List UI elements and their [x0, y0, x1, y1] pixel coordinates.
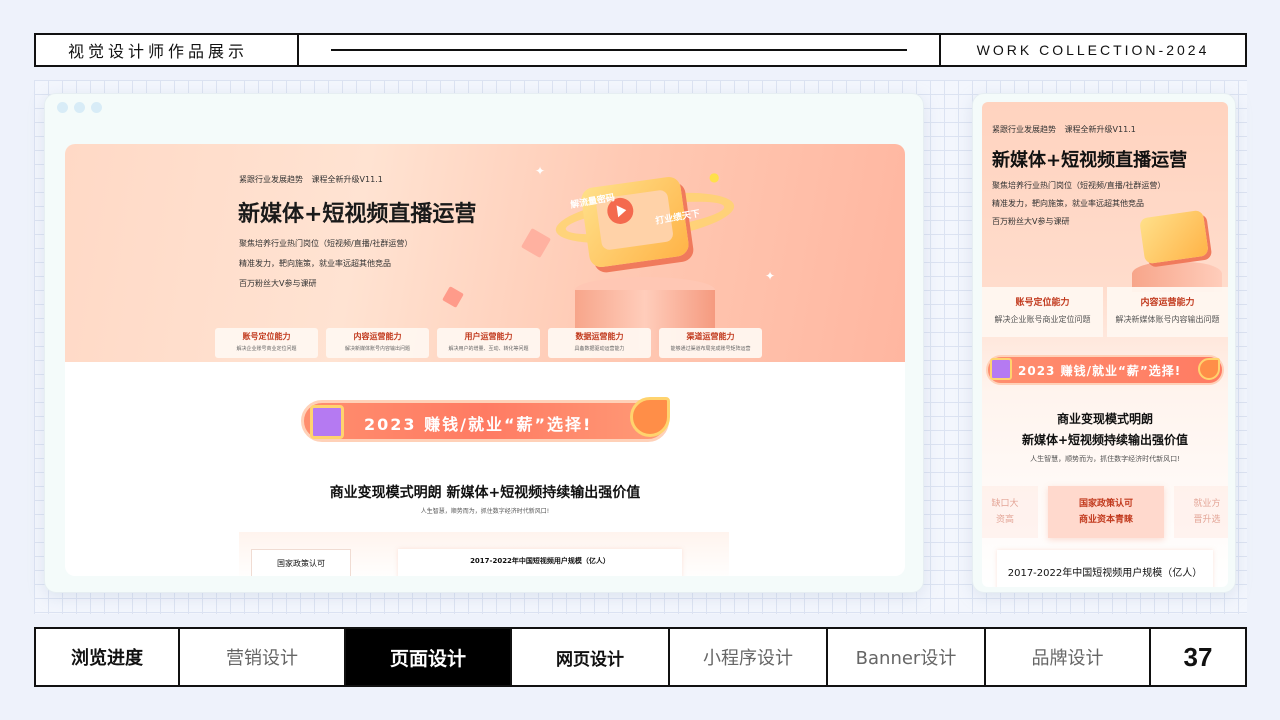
cube-decoration-icon — [442, 286, 464, 308]
mobile-card-center-line2: 商业资本青睐 — [1078, 515, 1133, 525]
window-dot-icon — [57, 102, 68, 113]
chart-card-icon — [520, 227, 552, 259]
gift-icon — [310, 405, 344, 439]
megaphone-icon — [630, 397, 670, 437]
nav-item-web-design[interactable]: 网页设计 — [512, 629, 670, 685]
nav-progress-label: 浏览进度 — [36, 629, 180, 685]
feature-title: 渠道运营能力 — [686, 332, 735, 341]
mobile-feature-desc: 解决新媒体账号内容输出问题 — [1115, 315, 1220, 324]
sparkle-icon: ✦ — [535, 164, 546, 178]
nav-item-brand-design[interactable]: 品牌设计 — [986, 629, 1151, 685]
mobile-mockup: 紧跟行业发展趋势 课程全新升级V11.1 新媒体+短视频直播运营 聚焦培养行业热… — [972, 93, 1236, 593]
mobile-hero-desc-2: 精准发力，靶向施策，就业率远超其他竞品 — [992, 199, 1144, 208]
promo-banner-text: 2023 赚钱/就业“薪”选择! — [364, 415, 593, 434]
nav-item-mini-program-design[interactable]: 小程序设计 — [670, 629, 828, 685]
feature-card: 账号定位能力 解决企业账号商业定位问题 — [215, 328, 318, 358]
mobile-card-center: 国家政策认可 商业资本青睐 — [1048, 486, 1164, 538]
sparkle-icon: ● — [709, 170, 720, 184]
business-title: 商业变现模式明朗 新媒体+短视频持续输出强价值 — [329, 485, 641, 501]
feature-card: 数据运营能力 具备数据驱动运营能力 — [548, 328, 651, 358]
feature-card: 渠道运营能力 能够通过渠道布局完成账号矩阵运营 — [659, 328, 762, 358]
business-subtitle: 人生智慧，顺势而为，抓住数字经济时代新风口! — [420, 508, 550, 515]
policy-card: 国家政策认可 — [251, 549, 351, 576]
portfolio-title: 视觉设计师作品展示 — [36, 35, 299, 65]
feature-title: 数据运营能力 — [575, 332, 624, 341]
mobile-hero-title: 新媒体+短视频直播运营 — [992, 150, 1188, 171]
nav-item-banner-design[interactable]: Banner设计 — [828, 629, 986, 685]
feature-desc: 能够通过渠道布局完成账号矩阵运营 — [670, 346, 751, 352]
nav-item-marketing-design[interactable]: 营销设计 — [180, 629, 346, 685]
feature-card: 内容运营能力 解决新媒体账号内容输出问题 — [326, 328, 429, 358]
window-dot-icon — [91, 102, 102, 113]
mobile-card-left: 缺口大 资高 — [982, 486, 1038, 538]
top-header-bar: 视觉设计师作品展示 WORK COLLECTION-2024 — [34, 33, 1247, 67]
hero-tags: 紧跟行业发展趋势 课程全新升级V11.1 — [239, 175, 383, 184]
mobile-hero-desc-1: 聚焦培养行业热门岗位（短视频/直播/社群运营） — [992, 181, 1166, 190]
megaphone-icon — [1198, 358, 1220, 380]
bottom-nav: 浏览进度 营销设计 页面设计 网页设计 小程序设计 Banner设计 品牌设计 … — [34, 627, 1247, 687]
header-rule — [331, 49, 907, 51]
feature-title: 内容运营能力 — [353, 332, 402, 341]
feature-card: 用户运营能力 解决用户的增量、互动、转化等问题 — [437, 328, 540, 358]
mobile-chart-card-title: 2017-2022年中国短视频用户规模（亿人） — [997, 550, 1213, 587]
mobile-feature-desc: 解决企业账号商业定位问题 — [994, 315, 1091, 324]
mobile-business-title-1: 商业变现模式明朗 — [1056, 412, 1153, 426]
feature-desc: 解决新媒体账号内容输出问题 — [344, 346, 410, 352]
mobile-hero-tags: 紧跟行业发展趋势 课程全新升级V11.1 — [992, 125, 1136, 134]
feature-desc: 解决用户的增量、互动、转化等问题 — [448, 346, 529, 352]
feature-desc: 具备数据驱动运营能力 — [574, 346, 625, 352]
mobile-promo-banner: 2023 赚钱/就业“薪”选择! — [986, 355, 1224, 385]
page-number: 37 — [1183, 641, 1213, 672]
mobile-feature-card: 账号定位能力 解决企业账号商业定位问题 — [982, 287, 1103, 337]
mobile-card-center-line1: 国家政策认可 — [1078, 499, 1133, 509]
hero-banner: 紧跟行业发展趋势 课程全新升级V11.1 新媒体+短视频直播运营 聚焦培养行业热… — [65, 144, 905, 362]
window-dots — [57, 102, 102, 113]
mobile-card-right-line1: 就业方 — [1193, 499, 1221, 509]
mobile-tv-play-icon — [1139, 209, 1209, 265]
mobile-feature-title: 账号定位能力 — [1015, 298, 1070, 308]
chart-card-title: 2017-2022年中国短视频用户规模（亿人） — [398, 549, 682, 576]
promo-banner-2023: 2023 赚钱/就业“薪”选择! — [301, 397, 670, 442]
mobile-promo-banner-text: 2023 赚钱/就业“薪”选择! — [1018, 364, 1182, 378]
mobile-feature-title: 内容运营能力 — [1140, 298, 1195, 308]
hero-title: 新媒体+短视频直播运营 — [238, 202, 477, 227]
mobile-card-right: 就业方 晋升选 — [1174, 486, 1228, 538]
mobile-card-left-line2: 资高 — [995, 515, 1014, 525]
feature-desc: 解决企业账号商业定位问题 — [236, 346, 297, 352]
feature-row: 账号定位能力 解决企业账号商业定位问题 内容运营能力 解决新媒体账号内容输出问题… — [215, 328, 762, 358]
desktop-page: 紧跟行业发展趋势 课程全新升级V11.1 新媒体+短视频直播运营 聚焦培养行业热… — [65, 144, 905, 576]
mobile-feature-row: 账号定位能力 解决企业账号商业定位问题 内容运营能力 解决新媒体账号内容输出问题 — [982, 287, 1228, 337]
nav-item-page-design[interactable]: 页面设计 — [346, 629, 512, 685]
hero-desc-1: 聚焦培养行业热门岗位（短视频/直播/社群运营） — [239, 239, 413, 248]
mobile-page: 紧跟行业发展趋势 课程全新升级V11.1 新媒体+短视频直播运营 聚焦培养行业热… — [982, 102, 1228, 587]
mobile-business-title-2: 新媒体+短视频持续输出强价值 — [1021, 433, 1189, 447]
mobile-card-right-line2: 晋升选 — [1193, 515, 1221, 525]
feature-title: 用户运营能力 — [464, 332, 513, 341]
mobile-card-left-line1: 缺口大 — [991, 499, 1019, 509]
hero-desc-2: 精准发力，靶向施策，就业率远超其他竞品 — [239, 259, 391, 268]
gift-icon — [990, 358, 1012, 380]
desktop-browser-mockup: 紧跟行业发展趋势 课程全新升级V11.1 新媒体+短视频直播运营 聚焦培养行业热… — [44, 93, 924, 593]
header-divider — [299, 35, 941, 65]
collection-label: WORK COLLECTION-2024 — [976, 42, 1210, 58]
window-dot-icon — [74, 102, 85, 113]
feature-title: 账号定位能力 — [242, 332, 291, 341]
sparkle-icon: ✦ — [765, 269, 776, 283]
mobile-hero-desc-3: 百万粉丝大V参与课研 — [992, 217, 1070, 226]
hero-desc-3: 百万粉丝大V参与课研 — [239, 279, 317, 288]
mobile-feature-card: 内容运营能力 解决新媒体账号内容输出问题 — [1107, 287, 1228, 337]
mobile-business-subtitle: 人生智慧，顺势而为，抓住数字经济时代新风口! — [1030, 455, 1180, 463]
